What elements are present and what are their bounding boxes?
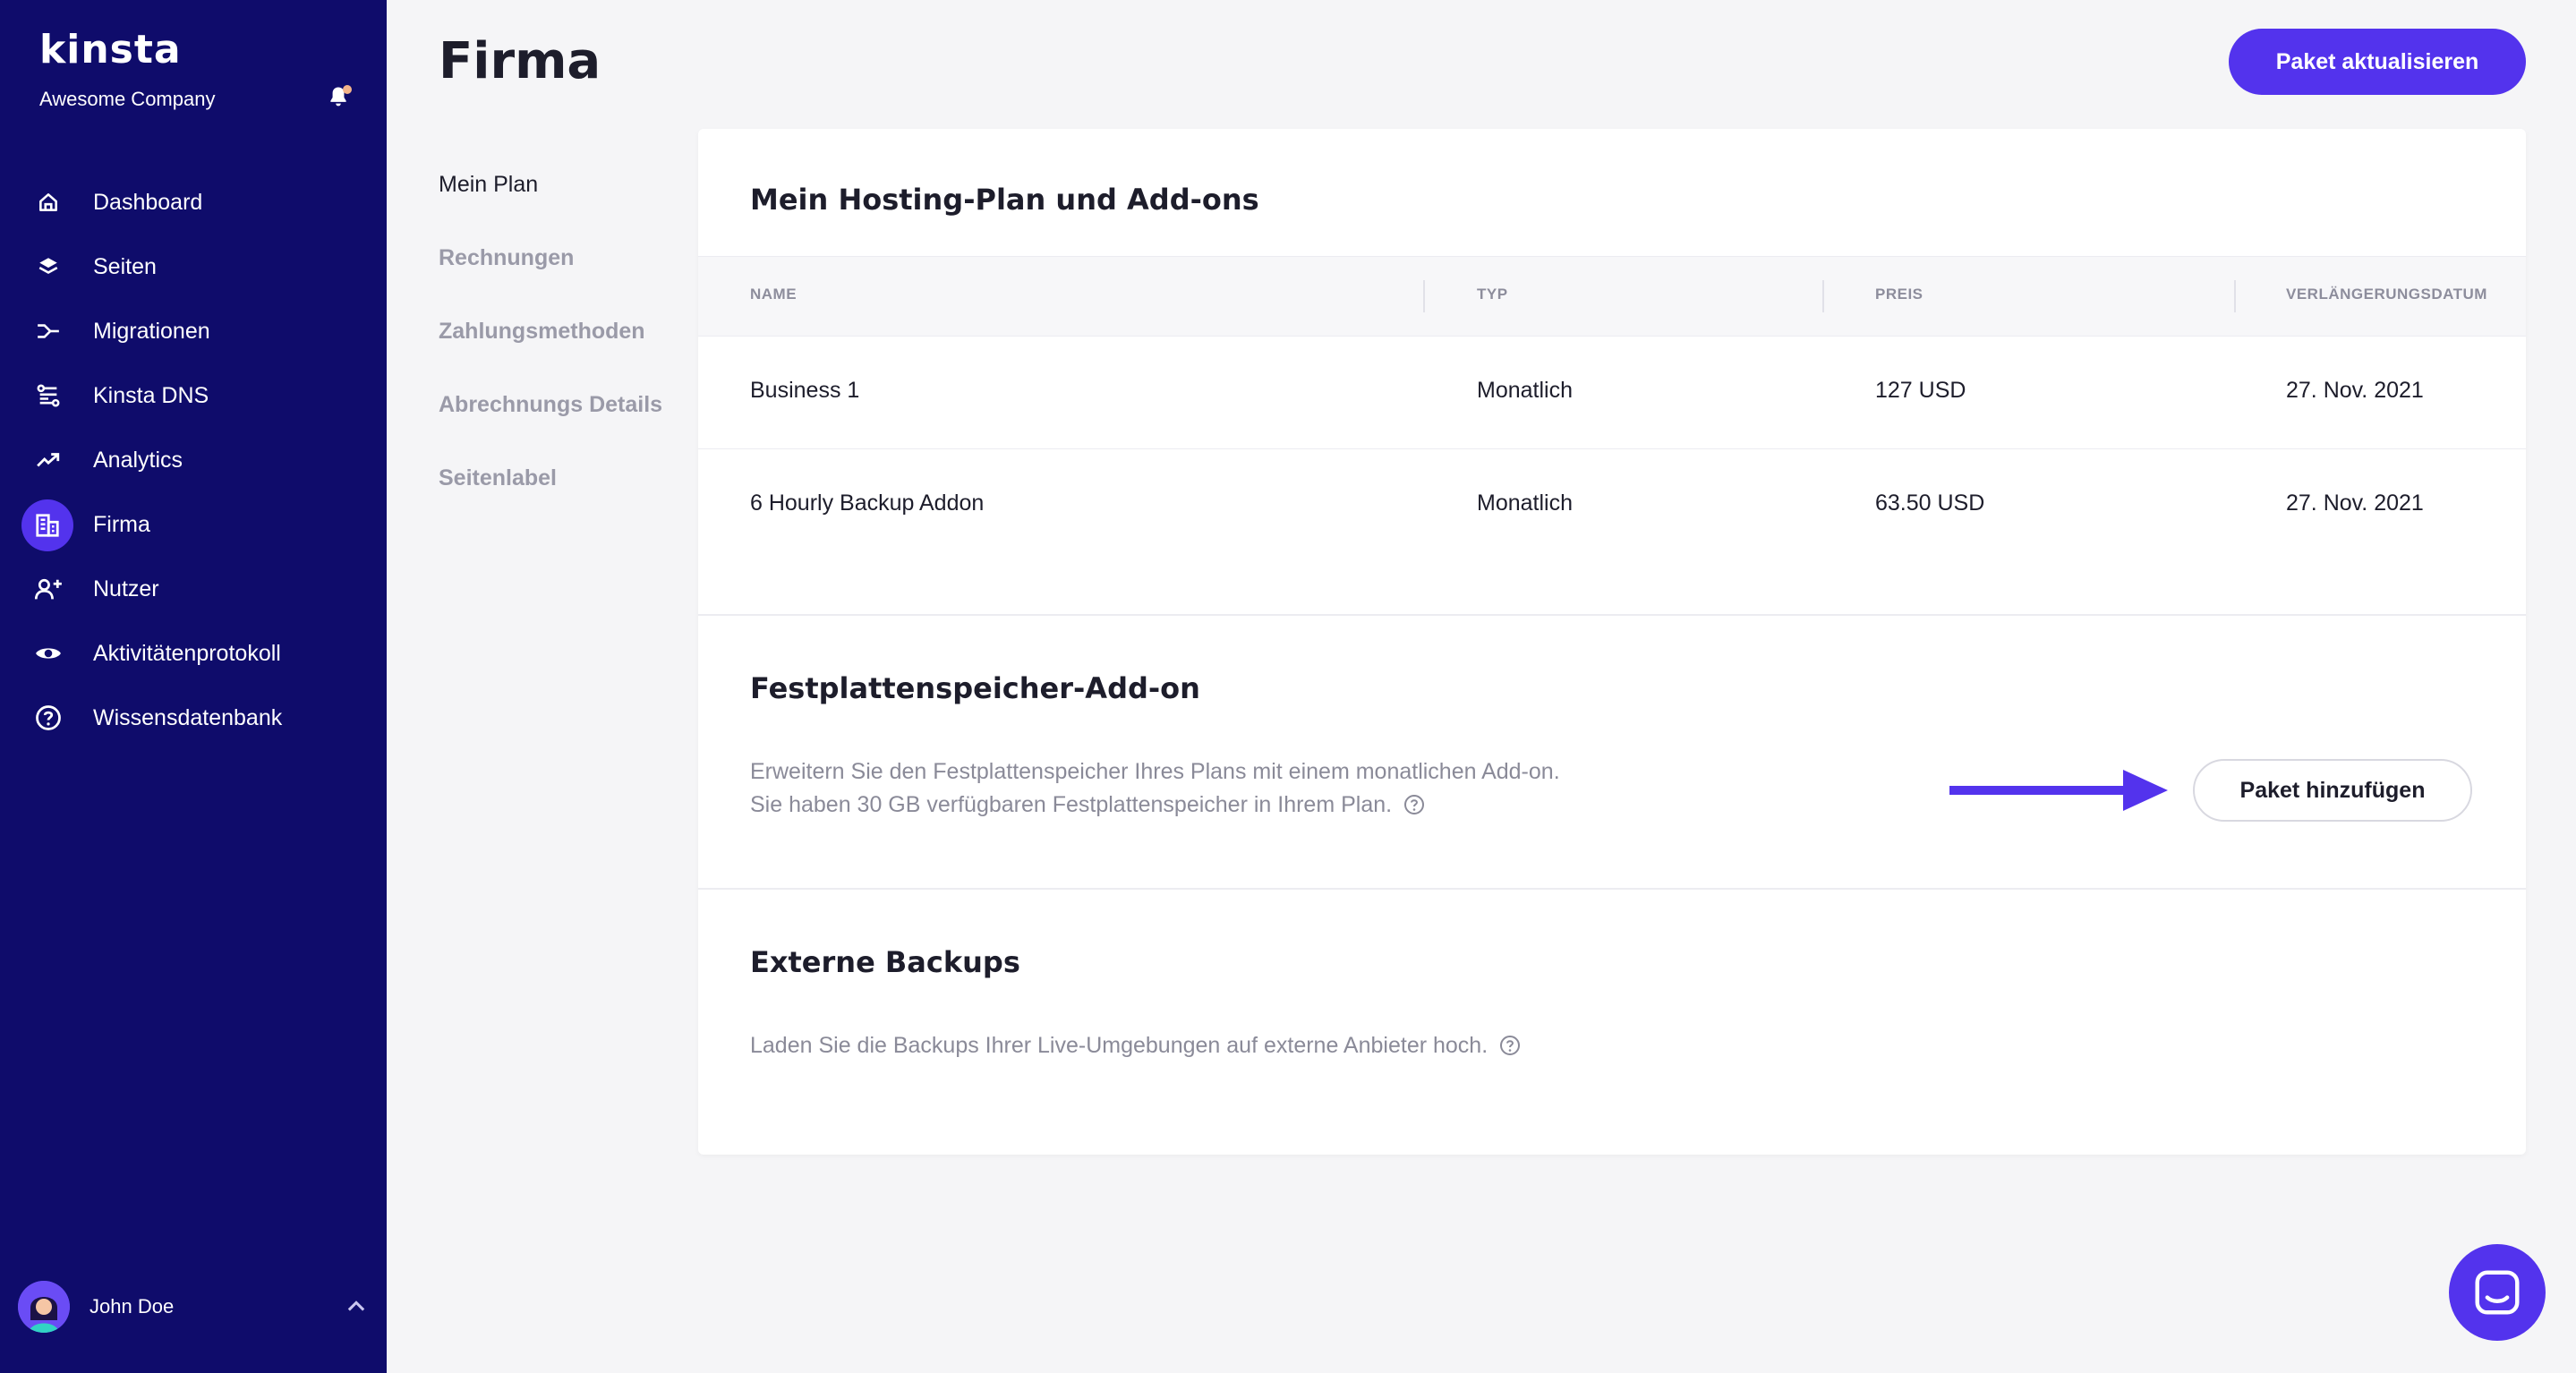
- column-separator: [1822, 280, 1824, 312]
- plan-section-title: Mein Hosting-Plan und Add-ons: [750, 183, 1259, 217]
- help-circle-icon: [32, 702, 64, 734]
- subnav-item-mein-plan[interactable]: Mein Plan: [439, 172, 662, 245]
- column-separator: [1423, 280, 1425, 312]
- sidebar-item-kinsta-dns[interactable]: Kinsta DNS: [0, 363, 387, 428]
- migration-icon: [32, 315, 64, 347]
- subnav-item-seitenlabel[interactable]: Seitenlabel: [439, 465, 662, 539]
- page-title: Firma: [439, 32, 601, 90]
- sidebar-item-analytics[interactable]: Analytics: [0, 428, 387, 492]
- home-icon: [32, 186, 64, 218]
- column-header-renewal: VERLÄNGERUNGSDATUM: [2286, 286, 2487, 303]
- plan-type: Monatlich: [1477, 490, 1573, 516]
- trend-icon: [32, 444, 64, 476]
- add-package-button[interactable]: Paket hinzufügen: [2193, 759, 2472, 822]
- building-icon: [21, 499, 73, 551]
- plan-price: 63.50 USD: [1875, 490, 1985, 516]
- chat-icon: [2475, 1270, 2520, 1315]
- layers-icon: [32, 251, 64, 283]
- sidebar-item-label: Migrationen: [93, 318, 210, 344]
- sidebar-item-migrationen[interactable]: Migrationen: [0, 299, 387, 363]
- sidebar-item-label: Nutzer: [93, 576, 159, 601]
- company-name[interactable]: Awesome Company: [39, 88, 215, 111]
- column-header-price: PREIS: [1875, 286, 1923, 303]
- section-divider: [698, 614, 2526, 616]
- plan-renewal-date: 27. Nov. 2021: [2286, 378, 2424, 403]
- plan-renewal-date: 27. Nov. 2021: [2286, 490, 2424, 516]
- sidebar-item-label: Aktivitätenprotokoll: [93, 640, 281, 666]
- backups-description-text: Laden Sie die Backups Ihrer Live-Umgebun…: [750, 1033, 1488, 1058]
- storage-description-text: Sie haben 30 GB verfügbaren Festplattens…: [750, 792, 1393, 817]
- column-header-type: TYP: [1477, 286, 1508, 303]
- section-divider: [698, 888, 2526, 890]
- sidebar-nav: Dashboard Seiten Migrationen Kinsta DNS …: [0, 170, 387, 750]
- plan-name: 6 Hourly Backup Addon: [750, 490, 985, 516]
- kinsta-logo[interactable]: kinsta: [39, 27, 182, 72]
- user-add-icon: [32, 573, 64, 605]
- column-header-name: NAME: [750, 286, 798, 303]
- arrow-right-icon: [1949, 770, 2168, 811]
- sidebar-item-label: Wissensdatenbank: [93, 704, 283, 730]
- upgrade-plan-button[interactable]: Paket aktualisieren: [2229, 29, 2526, 95]
- table-row: Business 1 Monatlich 127 USD 27. Nov. 20…: [698, 337, 2526, 449]
- plan-price: 127 USD: [1875, 378, 1966, 403]
- storage-description-line1: Erweitern Sie den Festplattenspeicher Ih…: [750, 759, 1560, 784]
- plan-table-header: NAME TYP PREIS VERLÄNGERUNGSDATUM: [698, 256, 2526, 337]
- chevron-up-icon[interactable]: [344, 1294, 369, 1319]
- subnav-item-rechnungen[interactable]: Rechnungen: [439, 245, 662, 319]
- sidebar-item-label: Seiten: [93, 253, 157, 279]
- sidebar-item-label: Dashboard: [93, 189, 203, 215]
- help-circle-icon[interactable]: [1499, 1035, 1521, 1056]
- sidebar-item-seiten[interactable]: Seiten: [0, 235, 387, 299]
- plan-type: Monatlich: [1477, 378, 1573, 403]
- avatar: [18, 1281, 70, 1333]
- sidebar-item-label: Firma: [93, 511, 150, 537]
- subnav-item-zahlungsmethoden[interactable]: Zahlungsmethoden: [439, 319, 662, 392]
- notification-dot: [343, 85, 352, 94]
- backups-description: Laden Sie die Backups Ihrer Live-Umgebun…: [750, 1029, 1521, 1062]
- sidebar-item-dashboard[interactable]: Dashboard: [0, 170, 387, 235]
- sidebar-item-label: Analytics: [93, 447, 183, 473]
- subnav-item-abrechnungs-details[interactable]: Abrechnungs Details: [439, 392, 662, 465]
- user-menu[interactable]: John Doe: [18, 1280, 369, 1334]
- chat-launcher-button[interactable]: [2449, 1244, 2546, 1341]
- sidebar-item-aktivitaetenprotokoll[interactable]: Aktivitätenprotokoll: [0, 621, 387, 686]
- plan-name: Business 1: [750, 378, 860, 403]
- sidebar: kinsta Awesome Company Dashboard Seiten …: [0, 0, 387, 1373]
- help-circle-icon[interactable]: [1403, 794, 1425, 815]
- user-name: John Doe: [90, 1295, 175, 1318]
- table-row: 6 Hourly Backup Addon Monatlich 63.50 US…: [698, 449, 2526, 562]
- sidebar-item-nutzer[interactable]: Nutzer: [0, 557, 387, 621]
- column-separator: [2234, 280, 2236, 312]
- sidebar-item-wissensdatenbank[interactable]: Wissensdatenbank: [0, 686, 387, 750]
- backups-section-title: Externe Backups: [750, 945, 1020, 979]
- dns-icon: [32, 379, 64, 412]
- storage-section-title: Festplattenspeicher-Add-on: [750, 671, 1200, 705]
- sidebar-item-label: Kinsta DNS: [93, 382, 209, 408]
- company-subnav: Mein Plan Rechnungen Zahlungsmethoden Ab…: [439, 172, 662, 539]
- storage-description-line2: Sie haben 30 GB verfügbaren Festplattens…: [750, 789, 1425, 822]
- sidebar-item-firma[interactable]: Firma: [0, 492, 387, 557]
- plan-card: Mein Hosting-Plan und Add-ons NAME TYP P…: [698, 129, 2526, 1155]
- eye-icon: [32, 637, 64, 669]
